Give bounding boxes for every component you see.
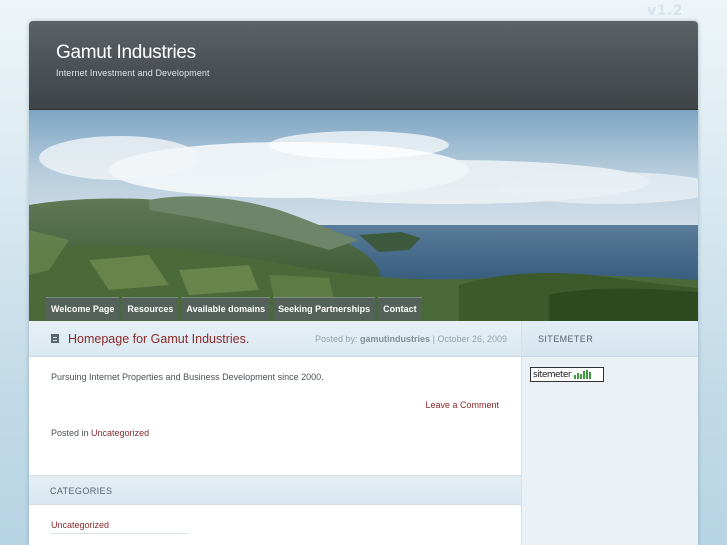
categories-list: Uncategorized bbox=[29, 505, 521, 534]
main-column: Homepage for Gamut Industries. Posted by… bbox=[29, 321, 522, 545]
post-header: Homepage for Gamut Industries. Posted by… bbox=[29, 321, 521, 357]
sitemeter-badge[interactable]: sitemeter bbox=[530, 367, 604, 382]
nav-contact[interactable]: Contact bbox=[378, 297, 422, 320]
nav-welcome-page[interactable]: Welcome Page bbox=[46, 297, 120, 320]
posted-in: Posted in Uncategorized bbox=[51, 428, 499, 438]
nav-available-domains[interactable]: Available domains bbox=[181, 297, 271, 320]
post-date: October 26, 2009 bbox=[437, 333, 507, 344]
landscape-illustration bbox=[29, 110, 698, 321]
post-title[interactable]: Homepage for Gamut Industries. bbox=[68, 332, 315, 346]
post-body: Pursuing Internet Properties and Busines… bbox=[29, 357, 521, 475]
main-navigation: Welcome Page Resources Available domains… bbox=[46, 297, 422, 320]
content-area: Homepage for Gamut Industries. Posted by… bbox=[29, 321, 698, 545]
site-header: Gamut Industries Internet Investment and… bbox=[29, 21, 698, 110]
category-link-uncategorized[interactable]: Uncategorized bbox=[51, 520, 188, 534]
page-wrapper: Gamut Industries Internet Investment and… bbox=[29, 21, 698, 545]
site-title[interactable]: Gamut Industries bbox=[56, 42, 698, 64]
leave-comment-link[interactable]: Leave a Comment bbox=[425, 400, 499, 410]
site-description: Internet Investment and Development bbox=[56, 68, 210, 78]
nav-seeking-partnerships[interactable]: Seeking Partnerships bbox=[273, 297, 376, 320]
post-category-link[interactable]: Uncategorized bbox=[91, 428, 149, 438]
post-document-icon bbox=[51, 334, 59, 343]
posted-by-label: Posted by: bbox=[315, 333, 358, 344]
theme-version: v1.2 bbox=[647, 3, 683, 19]
post-author: gamutindustries bbox=[360, 333, 431, 344]
header-banner-image: Welcome Page Resources Available domains… bbox=[29, 110, 698, 321]
posted-in-label: Posted in bbox=[51, 428, 89, 438]
sitemeter-label: sitemeter bbox=[533, 369, 572, 380]
sitemeter-bars-icon bbox=[573, 370, 591, 379]
post-content: Pursuing Internet Properties and Busines… bbox=[51, 372, 324, 382]
sidebar: SITEMETER sitemeter bbox=[522, 321, 698, 545]
nav-resources[interactable]: Resources bbox=[122, 297, 179, 320]
meta-separator: | bbox=[432, 333, 435, 344]
comment-row: Leave a Comment bbox=[51, 400, 499, 410]
post-meta: Posted by: gamutindustries | October 26,… bbox=[315, 334, 507, 344]
sitemeter-heading: SITEMETER bbox=[522, 321, 698, 357]
categories-heading: CATEGORIES bbox=[29, 475, 521, 505]
